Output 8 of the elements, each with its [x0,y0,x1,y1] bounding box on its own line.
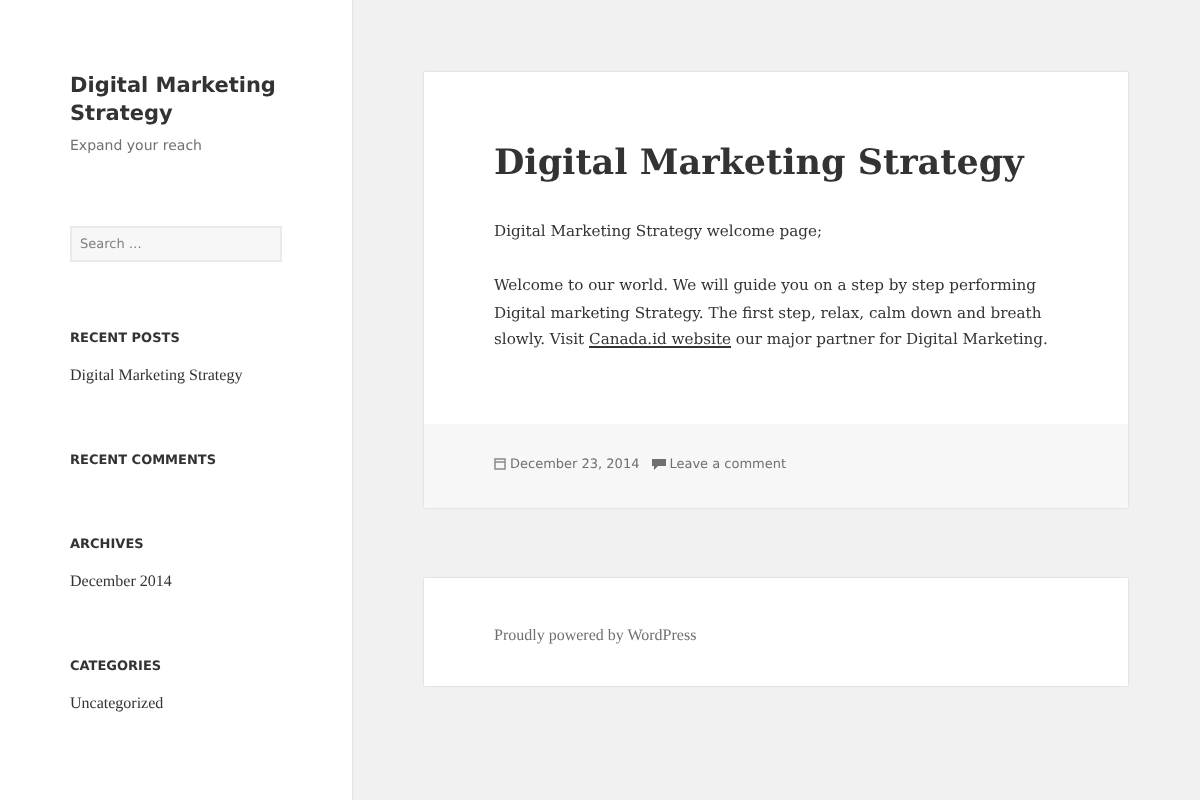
site-title[interactable]: Digital Marketing Strategy [70,72,312,128]
speech-bubble-icon [651,458,666,471]
calendar-icon [494,458,506,471]
footer-credit-link[interactable]: Proudly powered by WordPress [494,626,697,645]
widget-link[interactable]: Uncategorized [70,694,312,712]
widget-link[interactable]: December 2014 [70,572,312,590]
widget-link[interactable]: Digital Marketing Strategy [70,366,312,384]
post-title: Digital Marketing Strategy [494,142,1027,188]
